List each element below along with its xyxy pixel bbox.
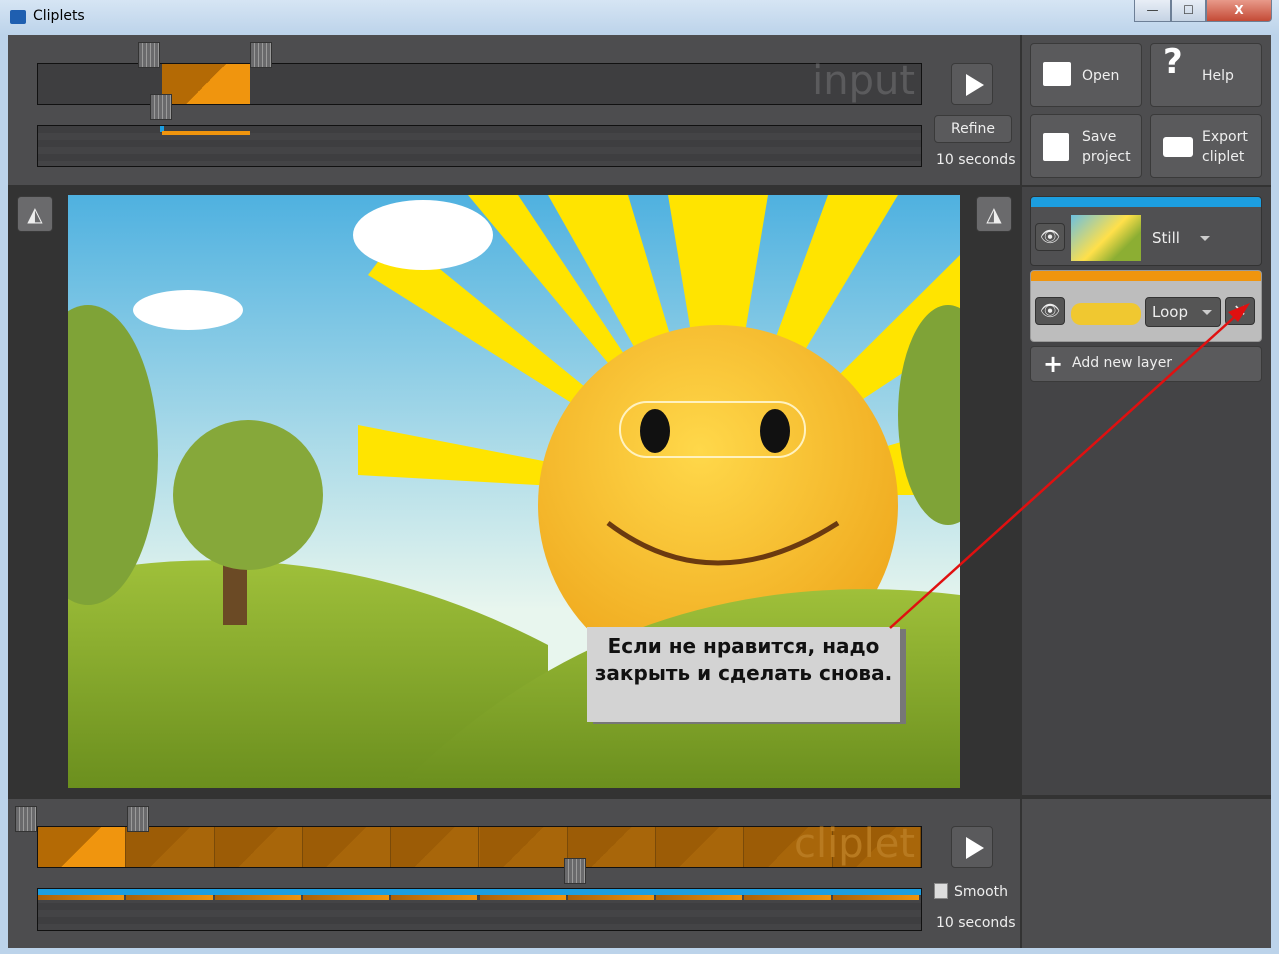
layer-mode-dropdown[interactable]: Loop bbox=[1145, 297, 1221, 327]
save-label: Save project bbox=[1082, 129, 1131, 165]
add-layer-label: Add new layer bbox=[1072, 355, 1173, 371]
output-frame-segment bbox=[38, 827, 127, 867]
undo-icon[interactable]: ◭ bbox=[17, 196, 53, 232]
output-start-handle[interactable] bbox=[15, 806, 37, 832]
window-title: Cliplets bbox=[33, 8, 85, 24]
output-play-button[interactable] bbox=[951, 826, 993, 868]
annotation-callout: Если не нравится, надо закрыть и сделать… bbox=[587, 627, 900, 722]
output-watermark: cliplet bbox=[793, 821, 915, 867]
output-loop-segment bbox=[567, 895, 655, 900]
cloud bbox=[133, 290, 243, 330]
title-bar: Cliplets — ☐ X bbox=[0, 0, 1279, 35]
input-playhead[interactable] bbox=[150, 94, 172, 120]
output-loop-segment bbox=[656, 895, 743, 900]
output-end-handle[interactable] bbox=[127, 806, 149, 832]
maximize-button[interactable]: ☐ bbox=[1171, 0, 1206, 22]
layer-still[interactable]: 👁 Still bbox=[1030, 196, 1262, 266]
layer-thumbnail bbox=[1071, 215, 1141, 261]
export-label: Export cliplet bbox=[1202, 129, 1248, 165]
smooth-label: Smooth bbox=[954, 884, 1009, 900]
question-icon: ? bbox=[1163, 42, 1183, 82]
output-frame-segment bbox=[126, 827, 215, 867]
minimize-button[interactable]: — bbox=[1134, 0, 1171, 22]
tree bbox=[173, 420, 323, 570]
layer-color-bar bbox=[1031, 271, 1261, 281]
layer-thumbnail bbox=[1071, 303, 1141, 325]
output-playhead[interactable] bbox=[564, 858, 586, 884]
output-loop-segment bbox=[744, 895, 831, 900]
input-play-button[interactable] bbox=[951, 63, 993, 105]
export-cliplet-button[interactable]: Export cliplet bbox=[1150, 114, 1262, 178]
input-lanes bbox=[37, 125, 922, 167]
bottom-right-panel bbox=[1022, 799, 1271, 948]
output-lanes bbox=[37, 888, 922, 931]
output-timeline[interactable]: cliplet bbox=[37, 821, 922, 868]
plus-icon: + bbox=[1043, 350, 1064, 378]
refine-button[interactable]: Refine bbox=[934, 115, 1012, 143]
layer-loop[interactable]: 👁 Loop ✕ bbox=[1030, 270, 1262, 342]
input-orange-range bbox=[162, 131, 250, 135]
camera-icon bbox=[1163, 137, 1193, 157]
output-frame-segment bbox=[479, 827, 568, 867]
help-label: Help bbox=[1202, 68, 1234, 84]
close-button[interactable]: X bbox=[1206, 0, 1272, 22]
open-label: Open bbox=[1082, 68, 1120, 84]
output-loop-segment bbox=[302, 895, 390, 900]
help-button[interactable]: ? Help bbox=[1150, 43, 1262, 107]
layer-mode-dropdown[interactable]: Still bbox=[1145, 223, 1219, 253]
eye-icon[interactable]: 👁 bbox=[1035, 223, 1065, 251]
input-watermark: input bbox=[812, 58, 915, 104]
add-new-layer-button[interactable]: + Add new layer bbox=[1030, 346, 1262, 382]
output-frame-segment bbox=[302, 827, 392, 867]
delete-layer-button[interactable]: ✕ bbox=[1225, 297, 1255, 325]
output-duration: 10 seconds bbox=[936, 915, 1016, 931]
sun-eye bbox=[640, 409, 670, 453]
output-frame-segment bbox=[391, 827, 480, 867]
cloud bbox=[353, 200, 493, 270]
output-loop-segment bbox=[38, 895, 125, 900]
open-button[interactable]: Open bbox=[1030, 43, 1142, 107]
sun-eye bbox=[760, 409, 790, 453]
output-loop-segment bbox=[479, 895, 566, 900]
output-frame-segment bbox=[656, 827, 745, 867]
input-start-handle[interactable] bbox=[138, 42, 160, 68]
app-icon bbox=[10, 10, 26, 24]
folder-icon bbox=[1043, 62, 1071, 86]
output-loop-segment bbox=[214, 895, 301, 900]
output-loop-segment bbox=[126, 895, 213, 900]
eye-icon[interactable]: 👁 bbox=[1035, 297, 1065, 325]
output-frame-segment bbox=[214, 827, 303, 867]
output-loop-segment bbox=[832, 895, 919, 900]
layer-color-bar bbox=[1031, 197, 1261, 207]
output-loop-segment bbox=[391, 895, 478, 900]
input-duration: 10 seconds bbox=[936, 152, 1016, 168]
redo-icon[interactable]: ◮ bbox=[976, 196, 1012, 232]
floppy-icon bbox=[1043, 133, 1069, 161]
smooth-checkbox[interactable] bbox=[934, 883, 948, 899]
input-selection[interactable] bbox=[162, 64, 250, 104]
save-project-button[interactable]: Save project bbox=[1030, 114, 1142, 178]
input-end-handle[interactable] bbox=[250, 42, 272, 68]
